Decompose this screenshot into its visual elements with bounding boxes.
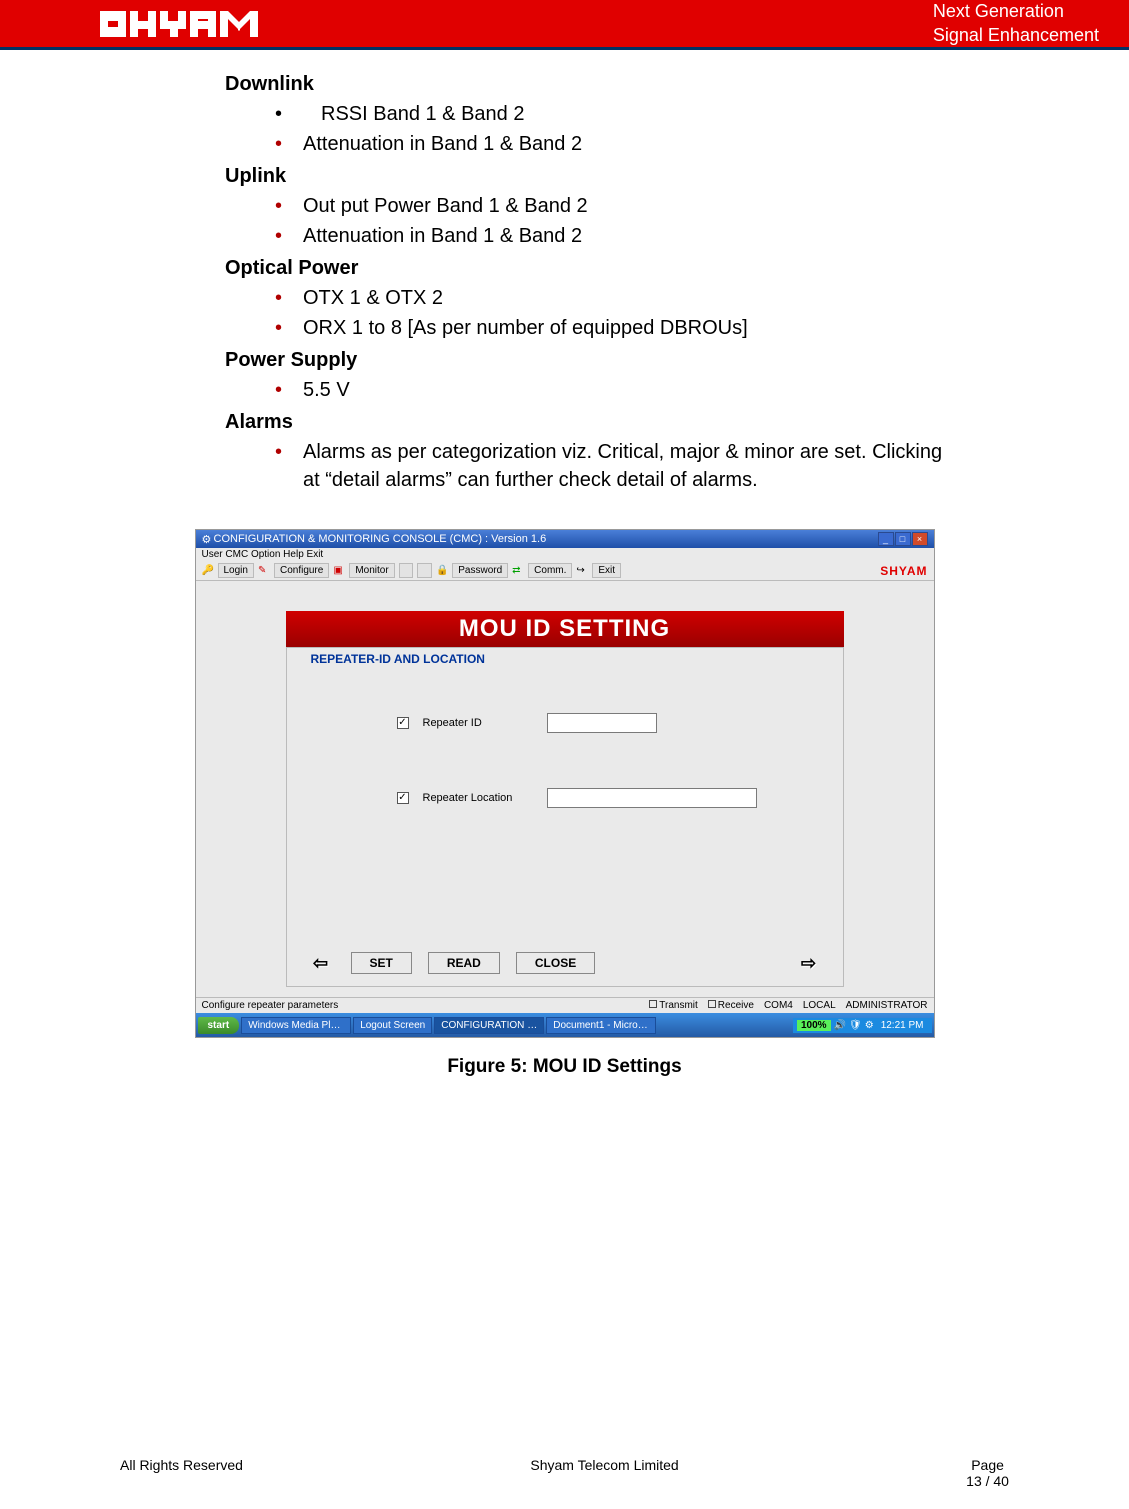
status-com: COM4 [764, 1000, 793, 1011]
set-button[interactable]: SET [351, 952, 412, 974]
mou-id-panel: MOU ID SETTING REPEATER-ID AND LOCATION … [286, 611, 844, 987]
monitor-icon: ▣ [333, 565, 345, 577]
heading-downlink: Downlink [225, 70, 945, 98]
page-footer: All Rights Reserved Shyam Telecom Limite… [120, 1457, 1009, 1489]
password-button[interactable]: Password [452, 563, 508, 578]
start-button[interactable]: start [198, 1017, 240, 1034]
window-body: MOU ID SETTING REPEATER-ID AND LOCATION … [196, 581, 934, 997]
status-receive: Receive [708, 1000, 754, 1011]
panel-body: REPEATER-ID AND LOCATION Repeater ID Rep… [286, 647, 844, 987]
panel-title: MOU ID SETTING [286, 611, 844, 647]
brand-logo [100, 9, 260, 39]
menu-bar[interactable]: User CMC Option Help Exit [196, 548, 934, 561]
configure-button[interactable]: Configure [274, 563, 329, 578]
footer-left: All Rights Reserved [120, 1457, 243, 1489]
taskbar-item[interactable]: Document1 - Micros... [546, 1017, 656, 1034]
comm-button[interactable]: Comm. [528, 563, 572, 578]
repeater-id-checkbox[interactable] [397, 717, 409, 729]
repeater-id-label: Repeater ID [423, 717, 533, 729]
tray-icon: 🔊 [834, 1020, 846, 1031]
list-item: Attenuation in Band 1 & Band 2 [275, 222, 945, 250]
heading-power-supply: Power Supply [225, 346, 945, 374]
read-button[interactable]: READ [428, 952, 500, 974]
window-titlebar: ⚙ CONFIGURATION & MONITORING CONSOLE (CM… [196, 530, 934, 548]
configure-icon: ✎ [258, 565, 270, 577]
close-button[interactable]: CLOSE [516, 952, 595, 974]
comm-icon: ⇄ [512, 565, 524, 577]
toolbar: 🔑 Login ✎ Configure ▣ Monitor 🔒 Password… [196, 561, 934, 581]
window-title: CONFIGURATION & MONITORING CONSOLE (CMC)… [214, 533, 547, 545]
page-header: Next Generation Signal Enhancement [0, 0, 1129, 50]
transmit-icon [649, 1000, 657, 1008]
tagline-1: Next Generation [933, 0, 1099, 23]
monitor-button[interactable]: Monitor [349, 563, 394, 578]
toolbar-icon: 🔑 [202, 565, 214, 577]
heading-optical: Optical Power [225, 254, 945, 282]
panel-button-row: ⇦ SET READ CLOSE ⇨ [307, 952, 823, 974]
status-mode: LOCAL [803, 1000, 836, 1011]
taskbar-item[interactable]: Windows Media Player [241, 1017, 351, 1034]
tray-percent: 100% [797, 1020, 831, 1031]
body-content: Downlink RSSI Band 1 & Band 2 Attenuatio… [225, 70, 945, 494]
prev-arrow-icon[interactable]: ⇦ [307, 952, 335, 974]
next-arrow-icon[interactable]: ⇨ [795, 952, 823, 974]
repeater-location-label: Repeater Location [423, 792, 533, 804]
status-user: ADMINISTRATOR [846, 1000, 928, 1011]
repeater-location-input[interactable] [547, 788, 757, 808]
repeater-location-checkbox[interactable] [397, 792, 409, 804]
header-tagline: Next Generation Signal Enhancement [933, 0, 1099, 47]
status-bar: Configure repeater parameters Transmit R… [196, 997, 934, 1013]
list-item: ORX 1 to 8 [As per number of equipped DB… [275, 314, 945, 342]
toolbar-btn[interactable] [399, 563, 414, 578]
minimize-button[interactable]: _ [878, 532, 894, 546]
repeater-id-input[interactable] [547, 713, 657, 733]
tray-clock: 12:21 PM [877, 1020, 928, 1031]
repeater-location-row: Repeater Location [397, 788, 823, 808]
exit-icon: ↪ [576, 565, 588, 577]
list-item: Alarms as per categorization viz. Critic… [275, 438, 945, 494]
receive-icon [708, 1000, 716, 1008]
list-item: RSSI Band 1 & Band 2 [275, 100, 945, 128]
footer-mid: Shyam Telecom Limited [530, 1457, 678, 1489]
toolbar-btn[interactable] [417, 563, 432, 578]
figure-caption: Figure 5: MOU ID Settings [195, 1056, 935, 1078]
windows-taskbar: start Windows Media Player Logout Screen… [196, 1013, 934, 1037]
exit-button[interactable]: Exit [592, 563, 621, 578]
footer-right: Page 13 / 40 [966, 1457, 1009, 1489]
system-tray: 100% 🔊 🛡 ⚙ 12:21 PM [793, 1018, 932, 1033]
list-item: Attenuation in Band 1 & Band 2 [275, 130, 945, 158]
login-button[interactable]: Login [218, 563, 254, 578]
status-text: Configure repeater parameters [202, 1000, 339, 1011]
password-icon: 🔒 [436, 565, 448, 577]
group-label: REPEATER-ID AND LOCATION [307, 652, 489, 666]
tray-icon: ⚙ [865, 1020, 874, 1031]
figure-5: ⚙ CONFIGURATION & MONITORING CONSOLE (CM… [195, 529, 935, 1078]
toolbar-brand: SHYAM [880, 564, 927, 578]
list-item: 5.5 V [275, 376, 945, 404]
tray-icon: 🛡 [849, 1020, 862, 1031]
heading-alarms: Alarms [225, 408, 945, 436]
status-transmit: Transmit [649, 1000, 698, 1011]
repeater-id-row: Repeater ID [397, 713, 823, 733]
cmc-window: ⚙ CONFIGURATION & MONITORING CONSOLE (CM… [195, 529, 935, 1038]
app-icon: ⚙ [202, 533, 214, 545]
heading-uplink: Uplink [225, 162, 945, 190]
maximize-button[interactable]: □ [895, 532, 911, 546]
list-item: Out put Power Band 1 & Band 2 [275, 192, 945, 220]
logo-svg [100, 9, 260, 39]
close-window-button[interactable]: × [912, 532, 928, 546]
list-item: OTX 1 & OTX 2 [275, 284, 945, 312]
taskbar-item[interactable]: Logout Screen [353, 1017, 432, 1034]
tagline-2: Signal Enhancement [933, 24, 1099, 47]
taskbar-item[interactable]: CONFIGURATION &... [434, 1017, 544, 1034]
